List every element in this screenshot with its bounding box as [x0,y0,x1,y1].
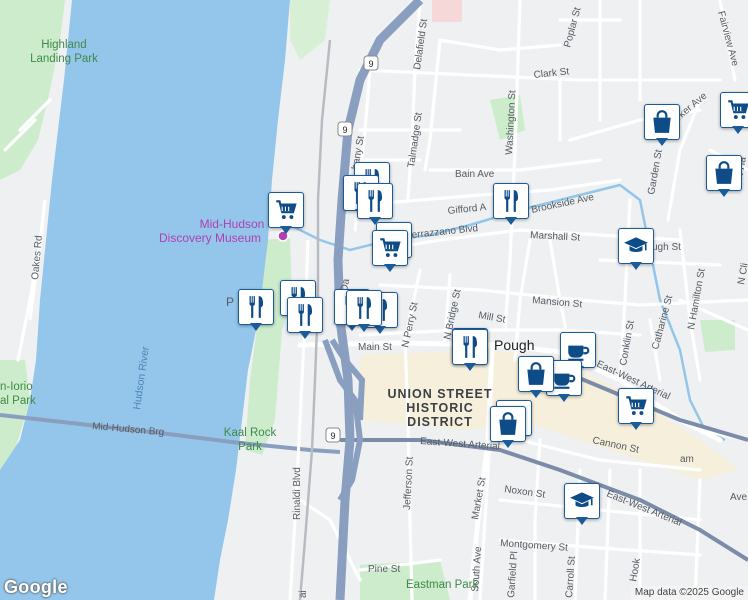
shopping-cart-icon [618,388,654,424]
label-kaal-rock-1: Kaal Rock [224,427,277,439]
shopping-bag-icon [518,356,554,392]
poi-marker-restaurant[interactable] [287,297,323,343]
label-mid-hudson-museum-2: Discovery Museum [159,231,261,245]
marker-pointer [576,517,588,525]
label-union-street-1: UNION STREET [387,387,492,401]
map-attribution[interactable]: Map data ©2025 Google [630,586,748,600]
fork-knife-icon [493,183,529,219]
poi-marker-grocery[interactable] [720,92,748,138]
poi-marker-shopping[interactable] [706,155,742,201]
marker-pointer [630,262,642,270]
poi-marker-grocery[interactable] [268,192,304,238]
google-logo: Google [4,577,68,597]
marker-pointer [530,390,542,398]
poi-marker-shopping[interactable] [518,356,554,402]
label-ugh-st: ugh St [652,242,681,253]
label-rinaldi-blvd: Rinaldi Blvd [292,467,303,520]
label-pough: Pough [494,337,534,353]
svg-text:9: 9 [368,59,373,69]
marker-pointer [280,226,292,234]
label-pine-st: Pine St [368,564,400,575]
fork-knife-icon [238,289,274,325]
fork-knife-icon [452,329,488,365]
label-highland-landing-park-2: Landing Park [30,53,98,65]
shopping-bag-icon [490,406,526,442]
poi-marker-restaurant[interactable] [452,329,488,375]
svg-text:9: 9 [342,125,347,135]
label-bain-ave: Bain Ave [455,169,495,180]
marker-pointer [384,264,396,272]
hospital-area [432,0,462,22]
label-lorio-park-1: n-Iorio [0,381,33,393]
label-lorio-park-2: al Park [0,395,36,407]
shopping-cart-icon [720,92,748,128]
poi-marker-grocery[interactable] [372,230,408,276]
poi-marker-restaurant[interactable] [493,183,529,229]
poi-marker-restaurant[interactable] [346,290,382,336]
label-p-frag: P [226,295,234,309]
label-union-street-3: DISTRICT [407,415,473,429]
label-ai-frag: ai [298,590,309,598]
graduation-cap-icon [618,228,654,264]
marker-pointer [732,126,744,134]
poi-marker-grocery[interactable] [618,388,654,434]
fork-knife-icon [346,290,382,326]
fork-knife-icon [287,297,323,333]
marker-pointer [358,324,370,332]
route-9-shield-mid: 9 [337,121,353,137]
shopping-bag-icon [644,104,680,140]
label-eastman-park: Eastman Park [406,579,478,591]
marker-pointer [299,331,311,339]
marker-pointer [630,422,642,430]
park-east [700,320,735,352]
svg-text:9: 9 [330,431,335,441]
label-ave-frag: Ave [730,492,747,503]
shopping-cart-icon [372,230,408,266]
label-highland-landing-park-1: Highland [41,39,86,51]
marker-pointer [558,394,570,402]
marker-pointer [718,189,730,197]
marker-pointer [250,323,262,331]
poi-marker-shopping[interactable] [490,406,526,452]
label-union-street-2: HISTORIC [406,401,474,415]
marker-pointer [656,138,668,146]
poi-marker-school[interactable] [618,228,654,274]
fork-knife-icon [357,183,393,219]
label-kaal-rock-2: Park [238,441,262,453]
label-am-frag: am [680,454,694,465]
marker-pointer [505,217,517,225]
marker-pointer [464,363,476,371]
shopping-cart-icon [268,192,304,228]
poi-marker-shopping[interactable] [644,104,680,150]
route-9-shield-north: 9 [363,55,379,71]
shopping-bag-icon [706,155,742,191]
poi-marker-restaurant[interactable] [238,289,274,335]
label-mid-hudson-museum-1: Mid-Hudson [200,217,265,231]
poi-marker-school[interactable] [564,483,600,529]
route-9-shield-south: 9 [325,427,341,443]
graduation-cap-icon [564,483,600,519]
marker-pointer [502,440,514,448]
label-main-st: Main St [358,342,392,353]
